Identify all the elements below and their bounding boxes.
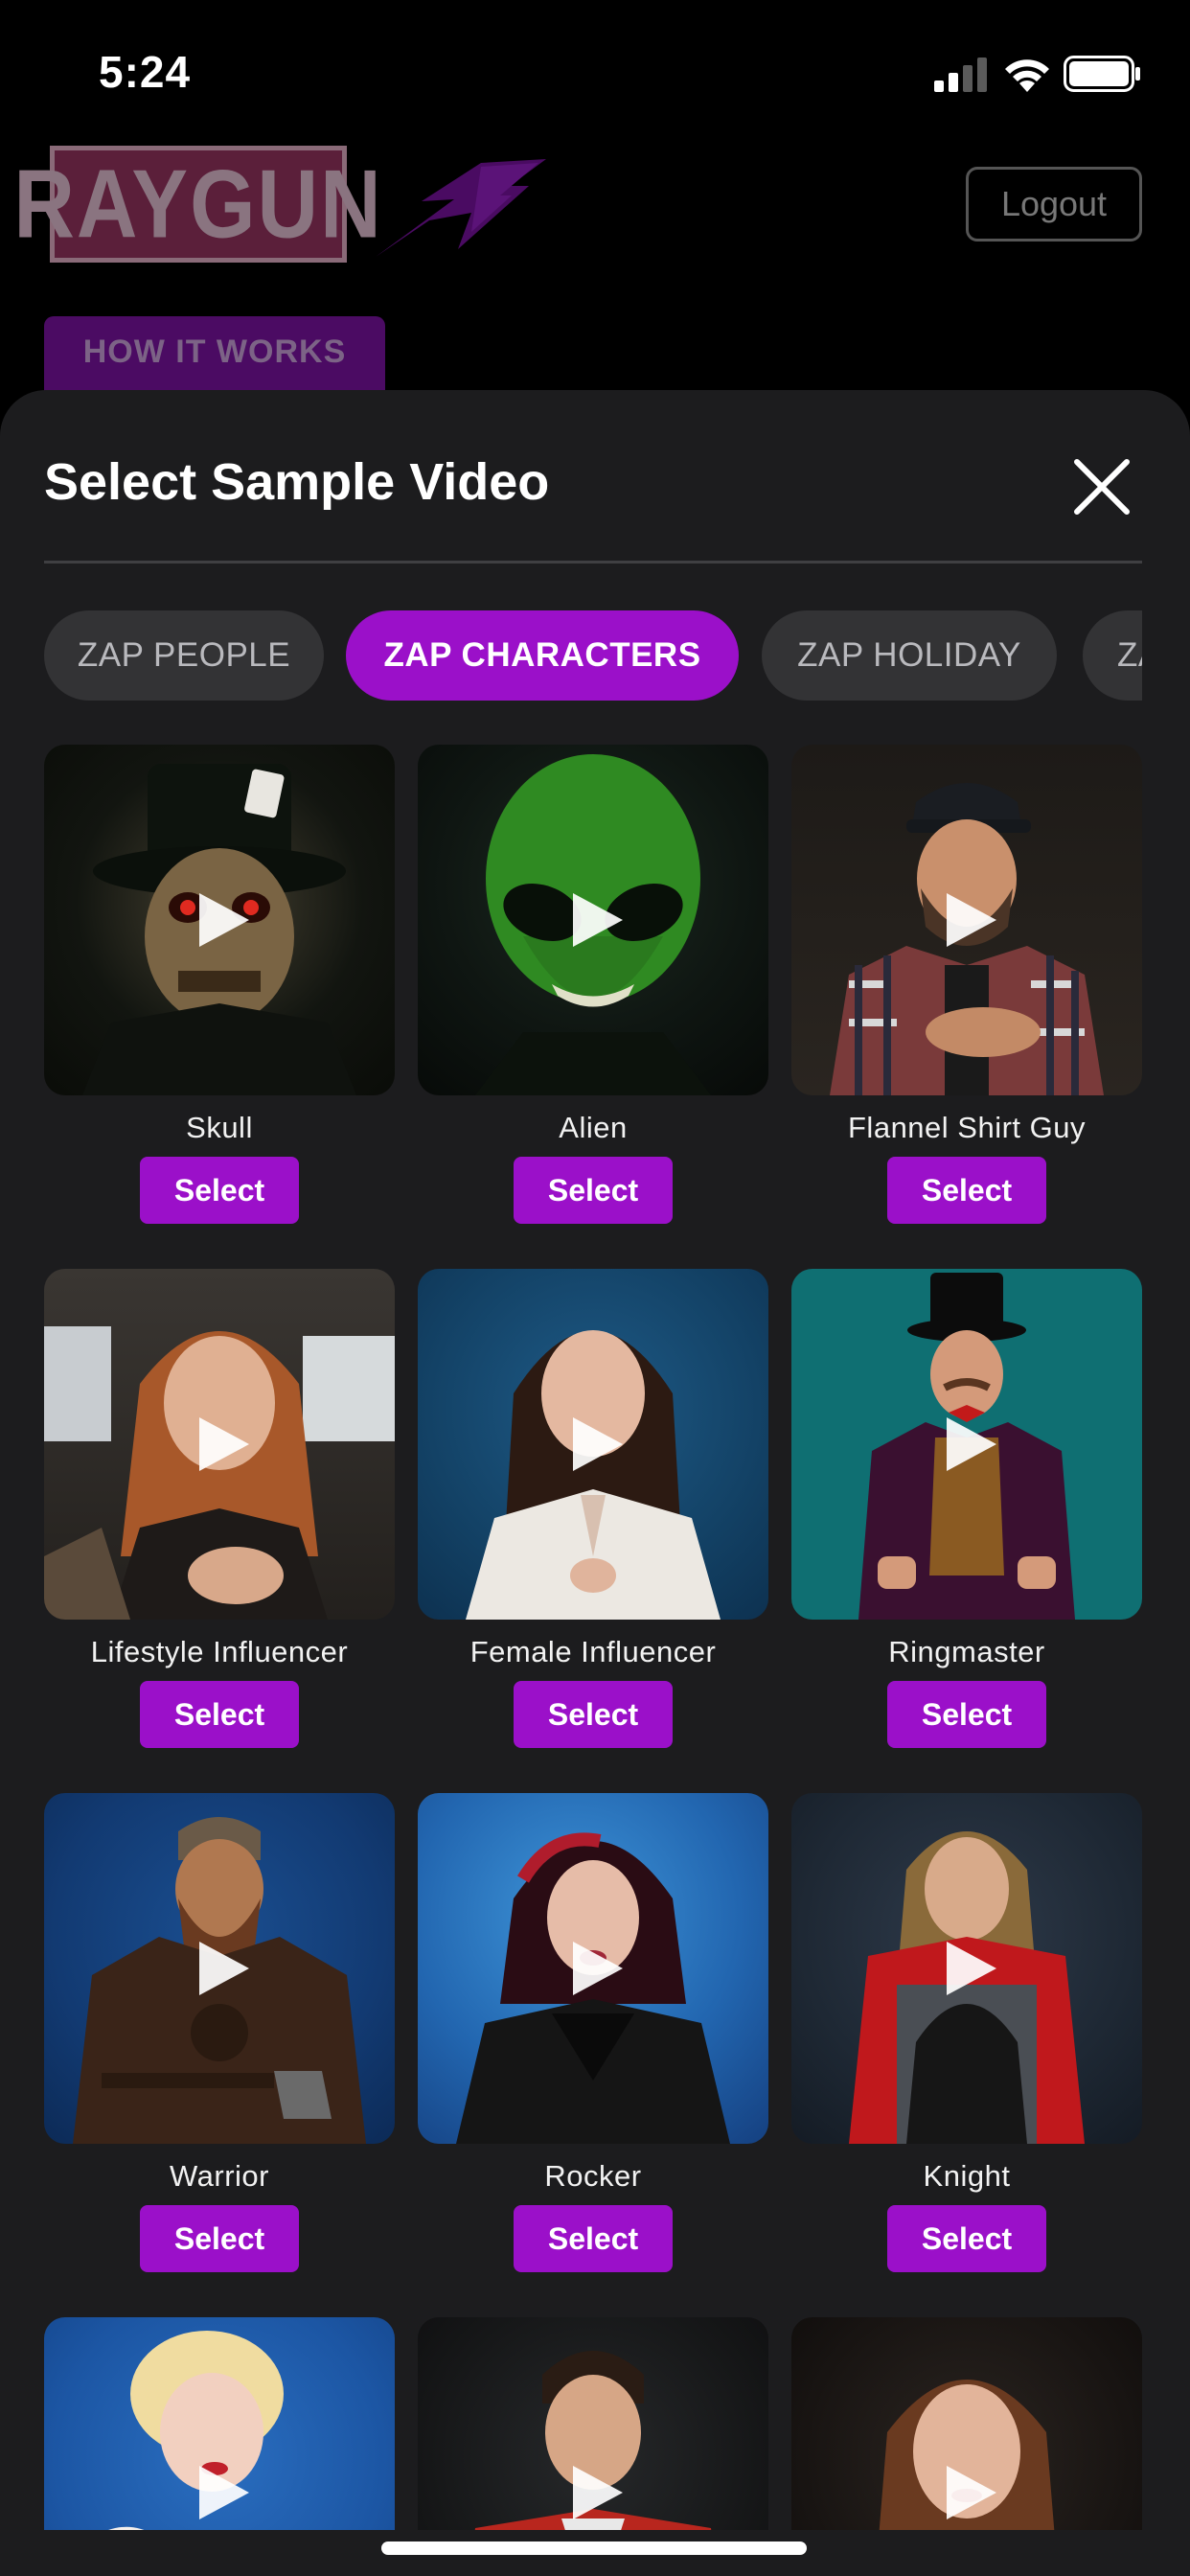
select-button[interactable]: Select [887, 1681, 1046, 1748]
video-thumbnail-skull[interactable] [44, 745, 395, 1095]
select-button[interactable]: Select [514, 2205, 673, 2272]
zap-logo-icon [376, 159, 546, 257]
play-icon [573, 1417, 623, 1471]
video-thumbnail-female-influencer[interactable] [418, 1269, 768, 1620]
tab-zap-people[interactable]: ZAP PEOPLE [44, 610, 324, 701]
play-icon [199, 1417, 249, 1471]
select-button[interactable]: Select [140, 1681, 299, 1748]
video-thumbnail-flannel-shirt-guy[interactable] [791, 745, 1142, 1095]
select-button[interactable]: Select [140, 1157, 299, 1224]
play-icon [573, 1942, 623, 1995]
play-icon [199, 1942, 249, 1995]
video-name: Knight [923, 2159, 1011, 2193]
play-icon [573, 2466, 623, 2519]
logout-button[interactable]: Logout [966, 167, 1142, 242]
battery-icon [1064, 56, 1140, 92]
play-icon [199, 2466, 249, 2519]
select-sample-video-sheet: Select Sample Video ZAP PEOPLE ZAP CHARA… [0, 390, 1190, 2576]
select-button[interactable]: Select [887, 2205, 1046, 2272]
wifi-icon [1005, 59, 1049, 92]
play-icon [199, 893, 249, 947]
video-name: Rocker [544, 2159, 642, 2193]
logo-text: RAYGUN [13, 149, 383, 259]
play-icon [947, 1417, 996, 1471]
video-name: Warrior [170, 2159, 269, 2193]
close-icon[interactable] [1071, 456, 1133, 518]
video-name: Alien [559, 1111, 628, 1144]
status-time: 5:24 [99, 47, 192, 97]
sheet-title: Select Sample Video [44, 453, 550, 511]
divider [44, 561, 1142, 564]
status-bar: 5:24 [0, 0, 1190, 134]
video-thumbnail-knight[interactable] [791, 1793, 1142, 2144]
play-icon [947, 893, 996, 947]
home-indicator[interactable] [381, 2542, 807, 2555]
video-name: Flannel Shirt Guy [848, 1111, 1086, 1144]
video-thumbnail-rocker[interactable] [418, 1793, 768, 2144]
select-button[interactable]: Select [887, 1157, 1046, 1224]
video-name: Female Influencer [469, 1635, 717, 1668]
tab-zap-more[interactable]: ZA [1083, 610, 1142, 701]
video-thumbnail-ringmaster[interactable] [791, 1269, 1142, 1620]
play-icon [573, 893, 623, 947]
raygun-logo[interactable]: RAYGUN [13, 146, 381, 263]
tab-zap-characters[interactable]: ZAP CHARACTERS [346, 610, 739, 701]
video-name: Lifestyle Influencer [90, 1635, 349, 1668]
play-icon [947, 2466, 996, 2519]
cellular-signal-icon [934, 58, 987, 92]
select-button[interactable]: Select [140, 2205, 299, 2272]
tab-zap-holiday[interactable]: ZAP HOLIDAY [762, 610, 1057, 701]
video-thumbnail-warrior[interactable] [44, 1793, 395, 2144]
video-thumbnail-lifestyle-influencer[interactable] [44, 1269, 395, 1620]
select-button[interactable]: Select [514, 1681, 673, 1748]
video-name: Skull [186, 1111, 253, 1144]
video-thumbnail-alien[interactable] [418, 745, 768, 1095]
select-button[interactable]: Select [514, 1157, 673, 1224]
category-tabs: ZAP PEOPLE ZAP CHARACTERS ZAP HOLIDAY ZA [44, 610, 1142, 701]
app-header: RAYGUN Logout HOW IT WORKS [0, 134, 1190, 402]
video-name: Ringmaster [888, 1635, 1045, 1668]
play-icon [947, 1942, 996, 1995]
